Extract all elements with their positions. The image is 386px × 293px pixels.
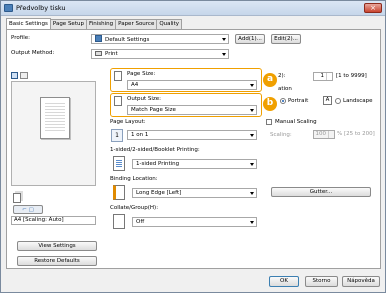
collate-icon <box>113 214 125 229</box>
chevron-down-icon <box>250 134 254 137</box>
scaling-range: % [25 to 200] <box>337 131 375 137</box>
title-bar: Předvolby tisku × <box>1 1 385 16</box>
binding-select[interactable]: Long Edge [Left] <box>132 188 257 198</box>
printer-view-icon[interactable] <box>20 72 28 79</box>
tab-page-setup[interactable]: Page Setup <box>49 19 87 29</box>
window-title: Předvolby tisku <box>16 4 66 12</box>
binding-value: Long Edge [Left] <box>136 190 182 196</box>
basic-settings-panel: Profile: Default Settings Add(1)... Edit… <box>6 29 381 269</box>
profile-label: Profile: <box>11 35 30 41</box>
tab-finishing[interactable]: Finishing <box>85 19 117 29</box>
output-method-value: Print <box>105 51 118 57</box>
tab-quality[interactable]: Quality <box>156 19 182 29</box>
binding-icon <box>113 185 125 200</box>
output-size-value: Match Page Size <box>131 107 176 113</box>
output-size-select[interactable]: Match Page Size <box>127 105 257 115</box>
landscape-radio[interactable] <box>335 98 341 104</box>
copies-label: 2): <box>278 73 286 79</box>
collate-value: Off <box>136 219 145 225</box>
chevron-down-icon <box>250 221 254 224</box>
ok-button[interactable]: OK <box>269 276 299 287</box>
profile-icon <box>95 35 102 42</box>
page-view-icon[interactable] <box>11 72 18 79</box>
orientation-label: ation <box>278 86 292 92</box>
page-size-select[interactable]: A4 <box>127 80 257 90</box>
edit-profile-button[interactable]: Edit(2)... <box>271 34 301 44</box>
page-layout-value: 1 on 1 <box>131 132 149 138</box>
binding-label: Binding Location: <box>110 176 158 182</box>
scaling-input[interactable]: 100 <box>313 130 335 139</box>
output-method-select[interactable]: Print <box>91 49 229 59</box>
output-method-label: Output Method: <box>11 50 55 56</box>
gutter-button[interactable]: Gutter... <box>271 187 371 197</box>
restore-defaults-button[interactable]: Restore Defaults <box>17 256 97 266</box>
scaling-label: Scaling: <box>270 132 292 138</box>
landscape-label: Landscape <box>343 98 373 104</box>
profile-value: Default Settings <box>105 37 150 43</box>
badge-a: a <box>263 73 277 87</box>
copies-range: [1 to 9999] <box>336 73 367 79</box>
printing-value: 1-sided Printing <box>136 161 180 167</box>
spin-arrows-icon[interactable] <box>328 131 333 138</box>
help-button[interactable]: Nápověda <box>342 276 380 287</box>
portrait-label: Portrait <box>288 98 309 104</box>
scaling-value: 100 <box>315 131 327 137</box>
landscape-icon: A <box>323 96 332 105</box>
preview-page <box>40 97 70 139</box>
add-profile-button[interactable]: Add(1)... <box>235 34 265 44</box>
page-size-icon <box>114 71 122 81</box>
page-size-value: A4 <box>131 82 139 88</box>
copies-value: 1 <box>320 73 325 79</box>
preview-status: A4 [Scaling: Auto] <box>11 216 96 225</box>
staple-icon: ⌐ ▢ <box>22 207 34 213</box>
finishing-preview-button[interactable]: ⌐ ▢ <box>13 205 43 214</box>
chevron-down-icon <box>250 109 254 112</box>
collate-label: Collate/Group(H): <box>110 205 159 211</box>
page-layout-select[interactable]: 1 on 1 <box>127 130 257 140</box>
spin-arrows-icon[interactable] <box>326 73 331 80</box>
view-settings-button[interactable]: View Settings <box>17 241 97 251</box>
chevron-down-icon <box>250 84 254 87</box>
page-layout-icon: 1 <box>111 129 123 142</box>
one-sided-icon <box>113 156 125 171</box>
tab-basic-settings[interactable]: Basic Settings <box>6 18 51 29</box>
cancel-button[interactable]: Storno <box>305 276 338 287</box>
portrait-radio[interactable] <box>280 98 286 104</box>
print-icon <box>95 51 102 56</box>
printer-icon <box>4 4 13 12</box>
doc-lines <box>116 160 122 168</box>
manual-scaling-label: Manual Scaling <box>275 119 317 125</box>
chevron-down-icon <box>222 38 226 41</box>
profile-select[interactable]: Default Settings <box>91 34 229 44</box>
page-stack-icon <box>13 193 21 203</box>
printing-label: 1-sided/2-sided/Booklet Printing: <box>110 147 200 153</box>
printing-select[interactable]: 1-sided Printing <box>132 159 257 169</box>
copies-input[interactable]: 1 <box>313 72 333 81</box>
tab-paper-source[interactable]: Paper Source <box>115 19 158 29</box>
chevron-down-icon <box>250 192 254 195</box>
badge-b: b <box>263 97 277 111</box>
manual-scaling-checkbox[interactable] <box>266 119 272 125</box>
chevron-down-icon <box>250 163 254 166</box>
tab-bar: Basic Settings Page Setup Finishing Pape… <box>6 18 182 29</box>
close-button[interactable]: × <box>364 3 382 13</box>
chevron-down-icon <box>222 53 226 56</box>
print-preview <box>11 81 96 186</box>
page-size-label: Page Size: <box>127 71 156 77</box>
output-size-label: Output Size: <box>127 96 161 102</box>
page-layout-label: Page Layout: <box>110 119 146 125</box>
collate-select[interactable]: Off <box>132 217 257 227</box>
output-size-icon <box>114 96 122 106</box>
print-preferences-window: Předvolby tisku × Basic Settings Page Se… <box>0 0 386 293</box>
